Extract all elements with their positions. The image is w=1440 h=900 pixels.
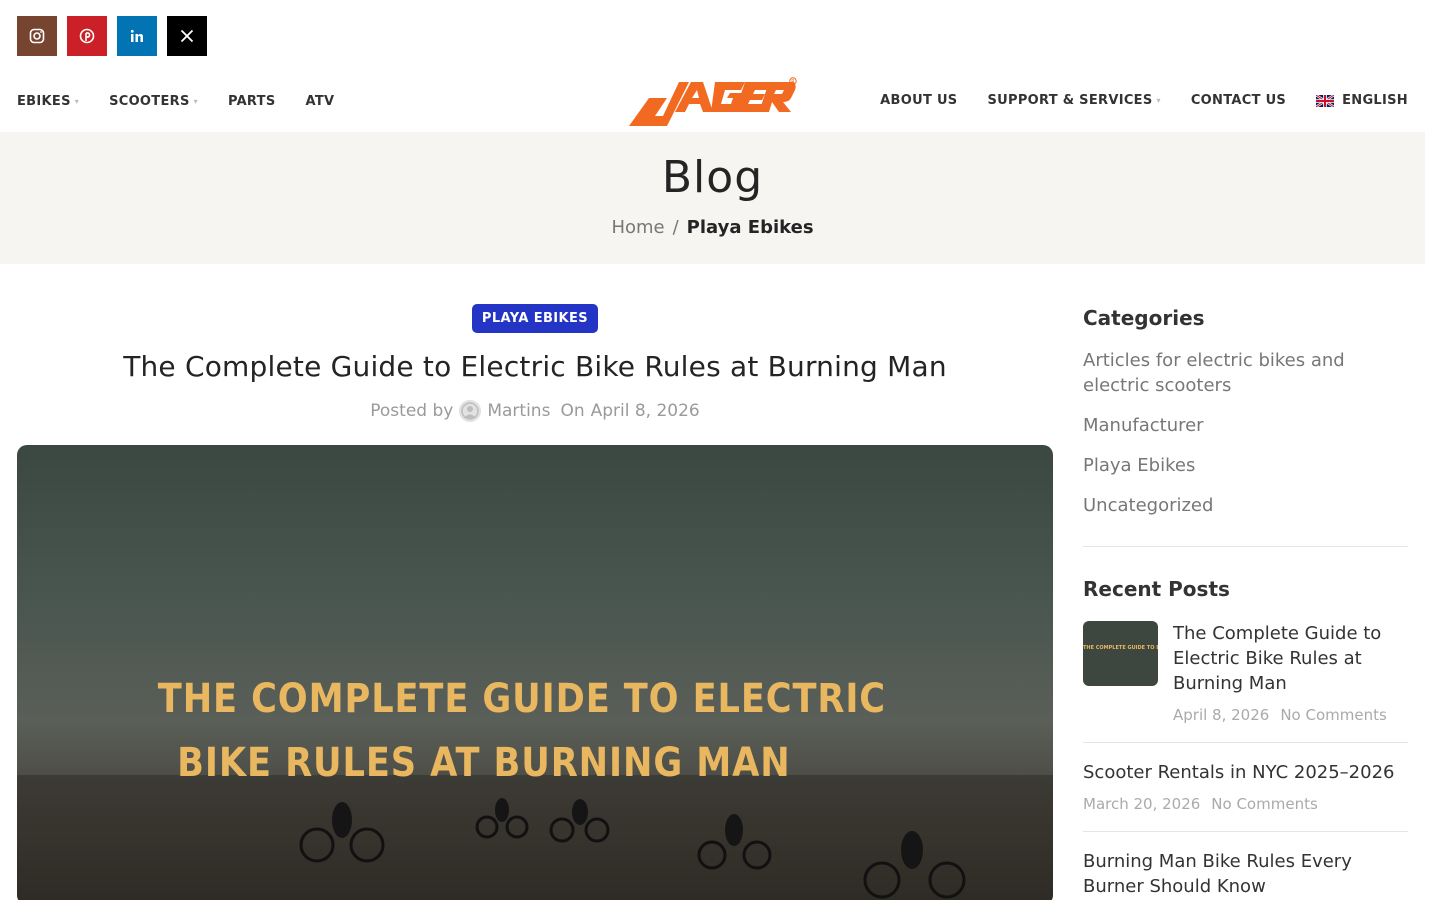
recent-post-thumbnail[interactable]: THE COMPLETE GUIDE TO ELECTRIC [1083, 621, 1158, 686]
nav-label: ATV [305, 94, 335, 109]
post-header: PLAYA EBIKES The Complete Guide to Elect… [17, 304, 1053, 422]
recent-post-item: Scooter Rentals in NYC 2025–2026 March 2… [1083, 760, 1408, 832]
category-link[interactable]: Manufacturer [1083, 413, 1408, 438]
nav-label: SUPPORT & SERVICES [987, 93, 1153, 108]
nav-item-atv[interactable]: ATV [306, 94, 335, 109]
x-glyph [180, 29, 194, 43]
site-logo[interactable]: R [627, 76, 799, 128]
category-link[interactable]: Uncategorized [1083, 493, 1408, 518]
post-meta: Posted by Martins On April 8, 2026 [17, 400, 1053, 422]
date-prefix: On [560, 401, 585, 421]
chevron-down-icon: ▾ [1156, 96, 1161, 105]
avatar [459, 400, 482, 422]
nav-label: ABOUT US [880, 93, 958, 108]
language-label: ENGLISH [1342, 93, 1408, 108]
recent-post-comments[interactable]: No Comments [1211, 795, 1317, 813]
nav-label: PARTS [227, 94, 276, 109]
hero-line-1: THE COMPLETE GUIDE TO ELECTRIC [157, 676, 887, 722]
page-title: Blog [661, 152, 764, 203]
sidebar-divider [1083, 546, 1408, 547]
nav-item-ebikes[interactable]: EBIKES ▾ [17, 94, 79, 109]
recent-post-comments[interactable]: No Comments [1280, 706, 1386, 724]
page-header: Blog Home / Playa Ebikes [0, 132, 1425, 264]
recent-post-item: THE COMPLETE GUIDE TO ELECTRIC The Compl… [1083, 621, 1408, 743]
posted-by-label: Posted by [370, 401, 454, 421]
chevron-down-icon: ▾ [193, 97, 198, 106]
hero-caption: THE COMPLETE GUIDE TO ELECTRIC BIKE RULE… [17, 667, 929, 795]
linkedin-icon[interactable] [117, 16, 157, 56]
nav-item-parts[interactable]: PARTS [228, 94, 276, 109]
recent-post-meta: March 20, 2026 No Comments [1083, 795, 1408, 813]
recent-post-meta: April 8, 2026 No Comments [1173, 706, 1408, 724]
nav-label: EBIKES [17, 94, 71, 109]
svg-text:R: R [791, 79, 795, 85]
logo-mark: R [629, 77, 797, 126]
linkedin-glyph [130, 29, 143, 42]
nav-item-scooters[interactable]: SCOOTERS ▾ [109, 94, 198, 109]
category-link[interactable]: Articles for electric bikes and electric… [1083, 348, 1408, 398]
recent-posts-heading: Recent Posts [1083, 577, 1230, 601]
post-date: April 8, 2026 [590, 401, 700, 421]
nav-item-contact-us[interactable]: CONTACT US [1191, 93, 1286, 108]
nav-right: ABOUT US SUPPORT & SERVICES ▾ CONTACT US … [880, 93, 1408, 108]
nav-left: EBIKES ▾ SCOOTERS ▾ PARTS ATV [17, 94, 334, 109]
breadcrumb: Home / Playa Ebikes [0, 217, 1425, 238]
x-icon[interactable] [167, 16, 207, 56]
language-selector[interactable]: ENGLISH [1315, 93, 1408, 108]
recent-posts-list: THE COMPLETE GUIDE TO ELECTRIC The Compl… [1083, 621, 1408, 900]
social-links [17, 16, 207, 56]
nav-label: SCOOTERS [109, 94, 190, 109]
category-link[interactable]: Playa Ebikes [1083, 453, 1408, 478]
instagram-icon[interactable] [17, 16, 57, 56]
categories-heading: Categories [1083, 306, 1205, 330]
main-navigation: EBIKES ▾ SCOOTERS ▾ PARTS ATV R ABOUT US S… [0, 76, 1425, 132]
recent-post-item: Burning Man Bike Rules Every Burner Shou… [1083, 849, 1408, 900]
post-featured-image[interactable]: THE COMPLETE GUIDE TO ELECTRIC BIKE RULE… [17, 445, 1053, 900]
nav-item-support-services[interactable]: SUPPORT & SERVICES ▾ [987, 93, 1160, 108]
chevron-down-icon: ▾ [74, 97, 80, 106]
category-badge[interactable]: PLAYA EBIKES [471, 304, 599, 333]
sidebar: Categories Articles for electric bikes a… [1083, 304, 1408, 900]
hero-line-2: BIKE RULES AT BURNING MAN [177, 740, 791, 786]
breadcrumb-separator: / [672, 217, 679, 238]
uk-flag-icon [1315, 93, 1335, 108]
instagram-glyph [29, 28, 45, 44]
recent-post-date: April 8, 2026 [1173, 706, 1270, 724]
post-title: The Complete Guide to Electric Bike Rule… [123, 350, 947, 383]
recent-post-date: March 20, 2026 [1083, 795, 1201, 813]
breadcrumb-home[interactable]: Home [611, 217, 664, 238]
nav-item-about-us[interactable]: ABOUT US [880, 93, 957, 108]
recent-post-title[interactable]: Scooter Rentals in NYC 2025–2026 [1083, 760, 1408, 785]
breadcrumb-current: Playa Ebikes [686, 217, 814, 238]
thumbnail-caption: THE COMPLETE GUIDE TO ELECTRIC [1083, 645, 1158, 651]
nav-label: CONTACT US [1190, 93, 1287, 108]
pinterest-icon[interactable] [67, 16, 107, 56]
pinterest-glyph [79, 28, 95, 44]
recent-post-title[interactable]: The Complete Guide to Electric Bike Rule… [1173, 621, 1408, 696]
author-link[interactable]: Martins [487, 401, 550, 421]
recent-post-title[interactable]: Burning Man Bike Rules Every Burner Shou… [1083, 849, 1408, 899]
category-list: Articles for electric bikes and electric… [1083, 348, 1408, 518]
